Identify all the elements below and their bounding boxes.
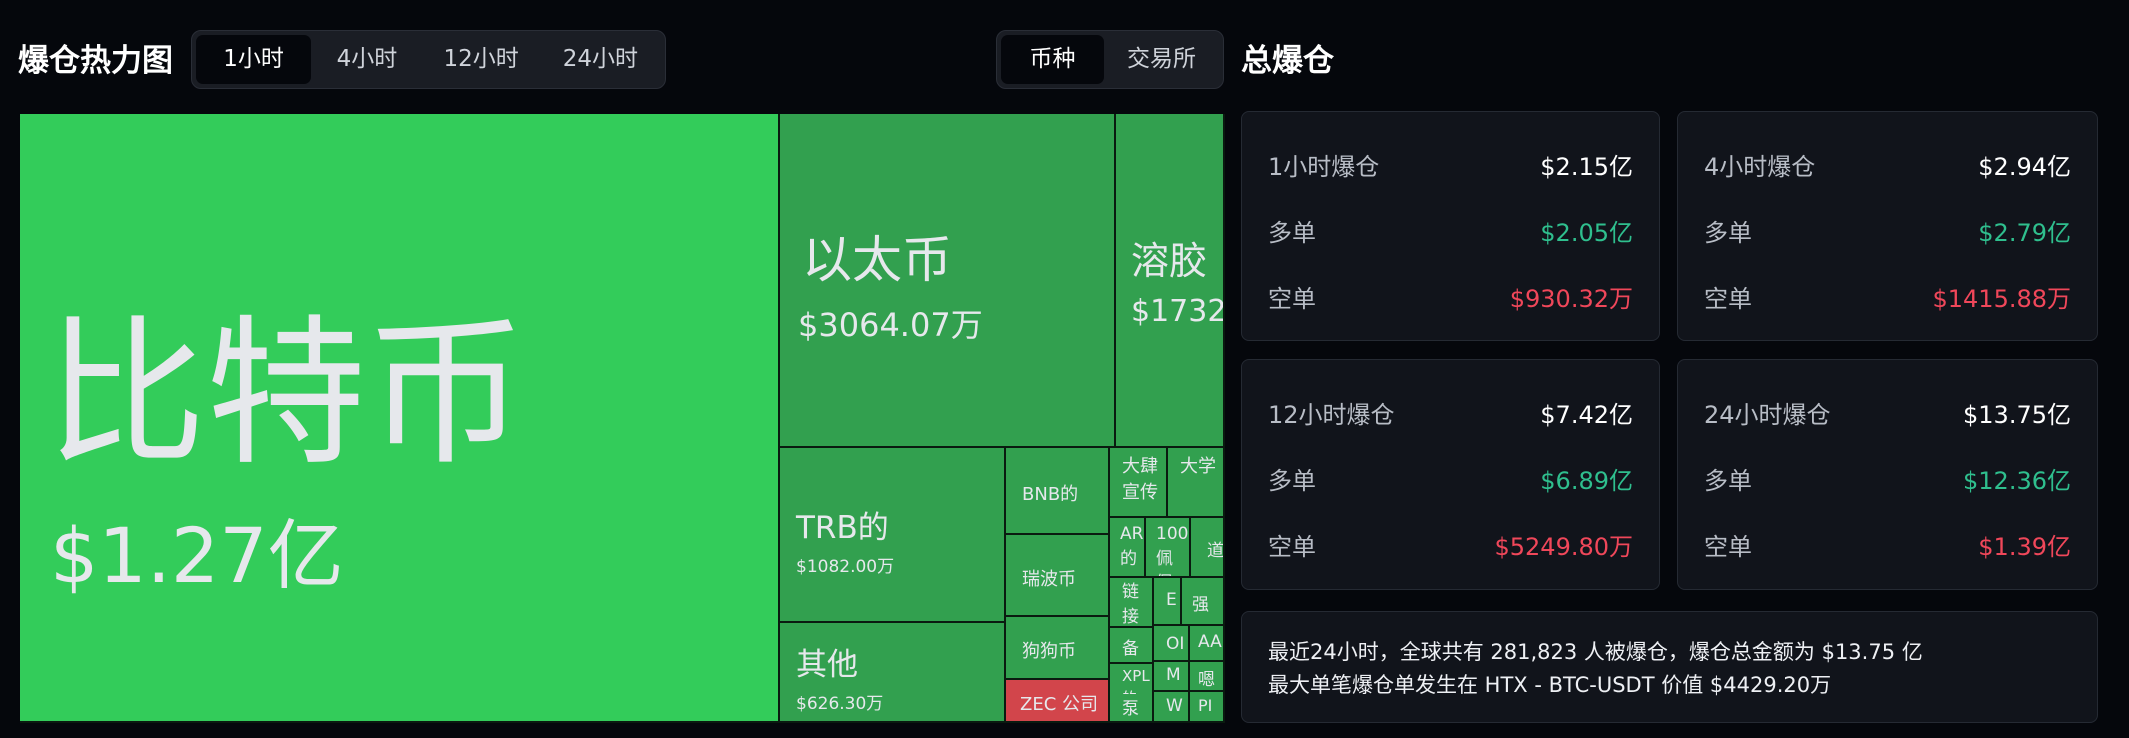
heatmap-tile[interactable]: 100佩佩 (1146, 518, 1191, 578)
long-value: $6.89亿 (1540, 466, 1633, 495)
liquidation-heatmap: 比特币 $1.27亿 以太币 $3064.07万 溶胶 $1732. TRB的 $1082.0… (20, 114, 1225, 723)
tile-name: 溶胶 (1131, 239, 1208, 283)
summary-line-total: 最近24小时，全球共有 281,823 人被爆仓，爆仓总金额为 $13.75 亿 (1268, 640, 1923, 664)
tile-name: W (1166, 696, 1183, 716)
heatmap-tile[interactable]: BNB的 (1006, 448, 1110, 535)
stat-card-1h: 1小时爆仓 $2.15亿 多单 $2.05亿 空单 $930.32万 (1241, 111, 1660, 341)
tile-name: TRB的 (796, 510, 889, 546)
short-label: 空单 (1704, 284, 1752, 313)
stat-total: $13.75亿 (1963, 400, 2071, 429)
heatmap-tile[interactable]: W (1154, 692, 1190, 723)
heatmap-tile[interactable]: 泵 (1110, 694, 1154, 723)
long-value: $2.79亿 (1978, 218, 2071, 247)
tile-name: M (1166, 665, 1181, 685)
heatmap-tile[interactable]: 道 (1191, 518, 1225, 578)
long-label: 多单 (1268, 218, 1316, 247)
long-value: $2.05亿 (1540, 218, 1633, 247)
long-value: $12.36亿 (1963, 466, 2071, 495)
heatmap-tile[interactable]: 狗狗币 (1006, 617, 1110, 680)
stat-label: 4小时爆仓 (1704, 152, 1816, 181)
page-title: 爆仓热力图 (18, 43, 173, 79)
heatmap-tile[interactable]: 嗯 (1190, 662, 1225, 692)
heatmap-tile[interactable]: 备 (1110, 628, 1154, 664)
short-value: $1.39亿 (1978, 532, 2071, 561)
tile-name: 大学 (1180, 456, 1216, 477)
tile-value: $1732. (1131, 294, 1225, 329)
tab-coin[interactable]: 币种 (1001, 35, 1105, 84)
short-label: 空单 (1268, 532, 1316, 561)
long-label: 多单 (1268, 466, 1316, 495)
tile-name: 嗯 (1198, 670, 1215, 690)
heatmap-tile[interactable]: 溶胶 $1732. (1116, 114, 1225, 448)
tab-1h[interactable]: 1小时 (196, 35, 312, 84)
short-value: $5249.80万 (1494, 532, 1633, 561)
heatmap-tile[interactable]: M (1154, 662, 1190, 692)
tile-name: 强 (1192, 595, 1209, 615)
tile-name: 大肆宣传 (1122, 456, 1158, 504)
short-label: 空单 (1268, 284, 1316, 313)
tile-name: 泵 (1122, 699, 1139, 719)
tile-name: 链接 (1122, 582, 1139, 627)
tile-name: 备 (1122, 639, 1139, 659)
tile-value: $626.30万 (796, 694, 884, 714)
time-range-selector: 1小时 4小时 12小时 24小时 (191, 30, 666, 89)
tile-name: 以太币 (802, 231, 952, 289)
tile-value: $1082.00万 (796, 557, 895, 577)
heatmap-tile[interactable]: 大肆宣传 (1110, 448, 1168, 518)
stat-total: $7.42亿 (1540, 400, 1633, 429)
stat-label: 1小时爆仓 (1268, 152, 1380, 181)
tile-name: ZEC 公司 (1020, 694, 1098, 715)
tile-name: OI (1166, 634, 1185, 654)
short-value: $930.32万 (1509, 284, 1633, 313)
stat-label: 12小时爆仓 (1268, 400, 1395, 429)
heatmap-tile[interactable]: TRB的 $1082.00万 (780, 448, 1006, 623)
tile-name: 狗狗币 (1022, 641, 1076, 662)
heatmap-tile[interactable]: 以太币 $3064.07万 (780, 114, 1116, 448)
heatmap-tile[interactable]: 瑞波币 (1006, 535, 1110, 617)
tab-4h[interactable]: 4小时 (311, 35, 422, 84)
total-liquidation-title: 总爆仓 (1241, 43, 1334, 79)
heatmap-tile[interactable]: 强 (1182, 578, 1225, 626)
tile-name: 瑞波币 (1022, 569, 1076, 590)
heatmap-tile[interactable]: 大学 (1168, 448, 1225, 518)
tile-name: AR的 (1120, 524, 1144, 569)
tile-name: E (1166, 590, 1177, 610)
stat-total: $2.94亿 (1978, 152, 2071, 181)
tile-name: 比特币 (46, 300, 527, 487)
stat-label: 24小时爆仓 (1704, 400, 1831, 429)
long-label: 多单 (1704, 466, 1752, 495)
liquidation-summary: 最近24小时，全球共有 281,823 人被爆仓，爆仓总金额为 $13.75 亿… (1241, 611, 2098, 723)
tab-12h[interactable]: 12小时 (423, 35, 540, 84)
heatmap-tile[interactable]: E (1154, 578, 1182, 626)
tile-name: AA (1198, 632, 1222, 652)
tile-value: $3064.07万 (798, 306, 983, 344)
stat-card-4h: 4小时爆仓 $2.94亿 多单 $2.79亿 空单 $1415.88万 (1677, 111, 2098, 341)
summary-line-largest: 最大单笔爆仓单发生在 HTX - BTC-USDT 价值 $4429.20万 (1268, 673, 1832, 697)
liquidation-page: 爆仓热力图 1小时 4小时 12小时 24小时 币种 交易所 总爆仓 比特币 $1… (0, 0, 2129, 738)
stat-card-24h: 24小时爆仓 $13.75亿 多单 $12.36亿 空单 $1.39亿 (1677, 359, 2098, 590)
tile-name: 其他 (796, 647, 858, 683)
short-value: $1415.88万 (1932, 284, 2071, 313)
stat-card-12h: 12小时爆仓 $7.42亿 多单 $6.89亿 空单 $5249.80万 (1241, 359, 1660, 590)
tile-name: 100佩佩 (1156, 524, 1189, 576)
short-label: 空单 (1704, 532, 1752, 561)
category-selector: 币种 交易所 (996, 30, 1224, 89)
heatmap-tile[interactable]: 链接 (1110, 578, 1154, 628)
tile-name: BNB的 (1022, 484, 1079, 505)
heatmap-tile[interactable]: PI (1190, 692, 1225, 723)
tile-name: 道 (1207, 541, 1224, 561)
long-label: 多单 (1704, 218, 1752, 247)
heatmap-tile[interactable]: ZEC 公司 (1006, 680, 1110, 723)
tile-value: $1.27亿 (50, 511, 344, 600)
tab-exchange[interactable]: 交易所 (1104, 35, 1219, 84)
tab-24h[interactable]: 24小时 (540, 35, 661, 84)
heatmap-tile[interactable]: OI (1154, 626, 1190, 662)
heatmap-tile[interactable]: AR的 (1110, 518, 1146, 578)
heatmap-tile[interactable]: 其他 $626.30万 (780, 623, 1006, 723)
heatmap-tile[interactable]: AA (1190, 626, 1225, 662)
tile-name: PI (1198, 696, 1213, 715)
heatmap-tile[interactable]: 比特币 $1.27亿 (20, 114, 780, 723)
stat-total: $2.15亿 (1540, 152, 1633, 181)
